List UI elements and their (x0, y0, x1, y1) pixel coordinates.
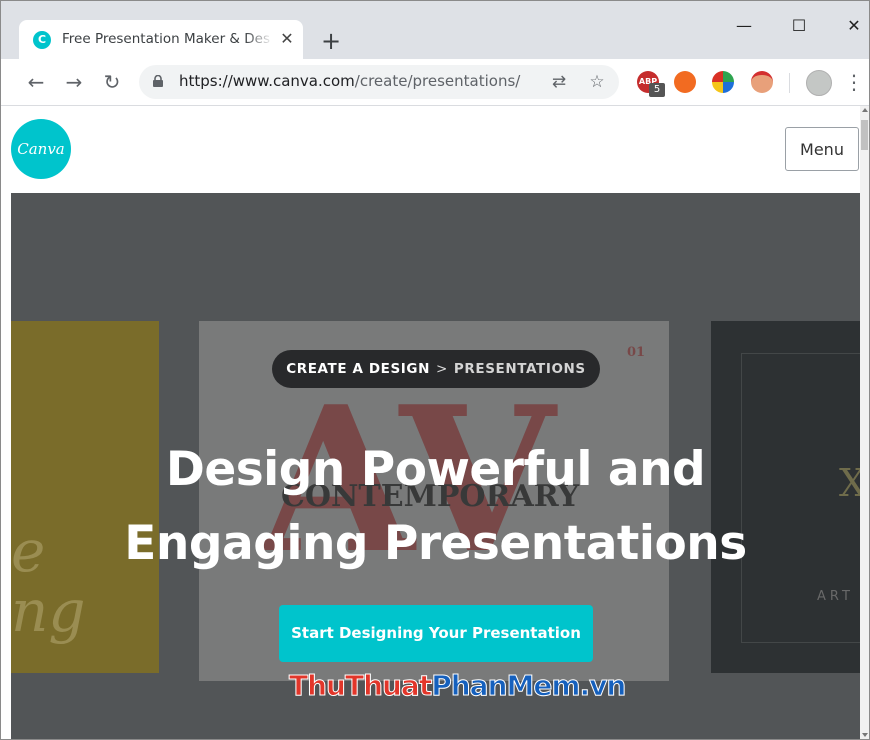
scroll-up-icon[interactable] (862, 108, 868, 112)
menu-button[interactable]: Menu (785, 127, 859, 171)
url-path: /create/presentations/ (354, 72, 521, 90)
santa-icon[interactable] (751, 71, 773, 93)
site-header: Canva Menu (1, 106, 860, 193)
watermark-part-5: .vn (579, 669, 627, 703)
canva-favicon-icon: C (33, 31, 51, 49)
minimize-button[interactable]: — (724, 11, 764, 41)
close-window-button[interactable]: ✕ (834, 11, 869, 41)
breadcrumb: CREATE A DESIGN > PRESENTATIONS (272, 350, 600, 388)
tab-strip: C Free Presentation Maker & Design ✕ + —… (1, 1, 869, 59)
hero-title: Design Powerful and Engaging Presentatio… (11, 433, 860, 581)
close-tab-icon[interactable]: ✕ (277, 29, 297, 49)
reload-icon[interactable]: ↻ (97, 67, 127, 97)
breadcrumb-presentations[interactable]: PRESENTATIONS (454, 361, 586, 377)
lock-icon (153, 75, 163, 87)
new-tab-button[interactable]: + (317, 27, 345, 55)
tab-title-fade (245, 28, 273, 52)
breadcrumb-create-design[interactable]: CREATE A DESIGN (286, 361, 430, 377)
browser-toolbar: ← → ↻ https://www.canva.com/create/prese… (1, 59, 869, 106)
toolbar-separator (789, 73, 790, 93)
forward-icon[interactable]: → (59, 67, 89, 97)
address-bar[interactable]: https://www.canva.com/create/presentatio… (139, 65, 619, 99)
watermark-part-1: Thu (289, 669, 347, 703)
chevron-right-icon: > (435, 361, 448, 377)
abp-badge: 5 (649, 83, 665, 97)
hola-icon[interactable] (674, 71, 696, 93)
watermark-part-2: Thuat (344, 669, 432, 703)
profile-avatar[interactable] (806, 70, 832, 96)
watermark-part-3: Phan (431, 669, 508, 703)
watermark: ThuThuatPhanMem.vn (289, 669, 627, 703)
page-scrollbar[interactable] (860, 106, 869, 739)
idm-icon[interactable] (712, 71, 734, 93)
maximize-button[interactable]: ☐ (779, 11, 819, 41)
scroll-down-icon[interactable] (862, 733, 868, 737)
hero-title-line-2: Engaging Presentations (124, 516, 747, 571)
back-icon[interactable]: ← (21, 67, 51, 97)
hero-title-line-1: Design Powerful and (165, 442, 706, 497)
hero-section: e ng AV CONTEMPORARY 01 X ART CREATE A D… (11, 193, 860, 739)
canva-logo[interactable]: Canva (11, 119, 71, 179)
start-designing-button[interactable]: Start Designing Your Presentation (279, 605, 593, 662)
watermark-part-4: Mem (506, 669, 581, 703)
tab-title: Free Presentation Maker & Design (62, 31, 270, 47)
translate-icon[interactable]: ⇄ (547, 70, 571, 94)
more-menu-icon[interactable]: ⋮ (844, 67, 864, 97)
page-viewport: Canva Menu e ng AV CONTEMPORARY 01 X ART… (1, 106, 869, 739)
bookmark-star-icon[interactable]: ☆ (585, 70, 609, 94)
url-host: https://www.canva.com (179, 72, 355, 90)
url-text: https://www.canva.com/create/presentatio… (179, 72, 520, 90)
browser-tab[interactable]: C Free Presentation Maker & Design ✕ (19, 20, 303, 59)
browser-window: C Free Presentation Maker & Design ✕ + —… (0, 0, 870, 740)
scroll-thumb[interactable] (861, 120, 868, 150)
